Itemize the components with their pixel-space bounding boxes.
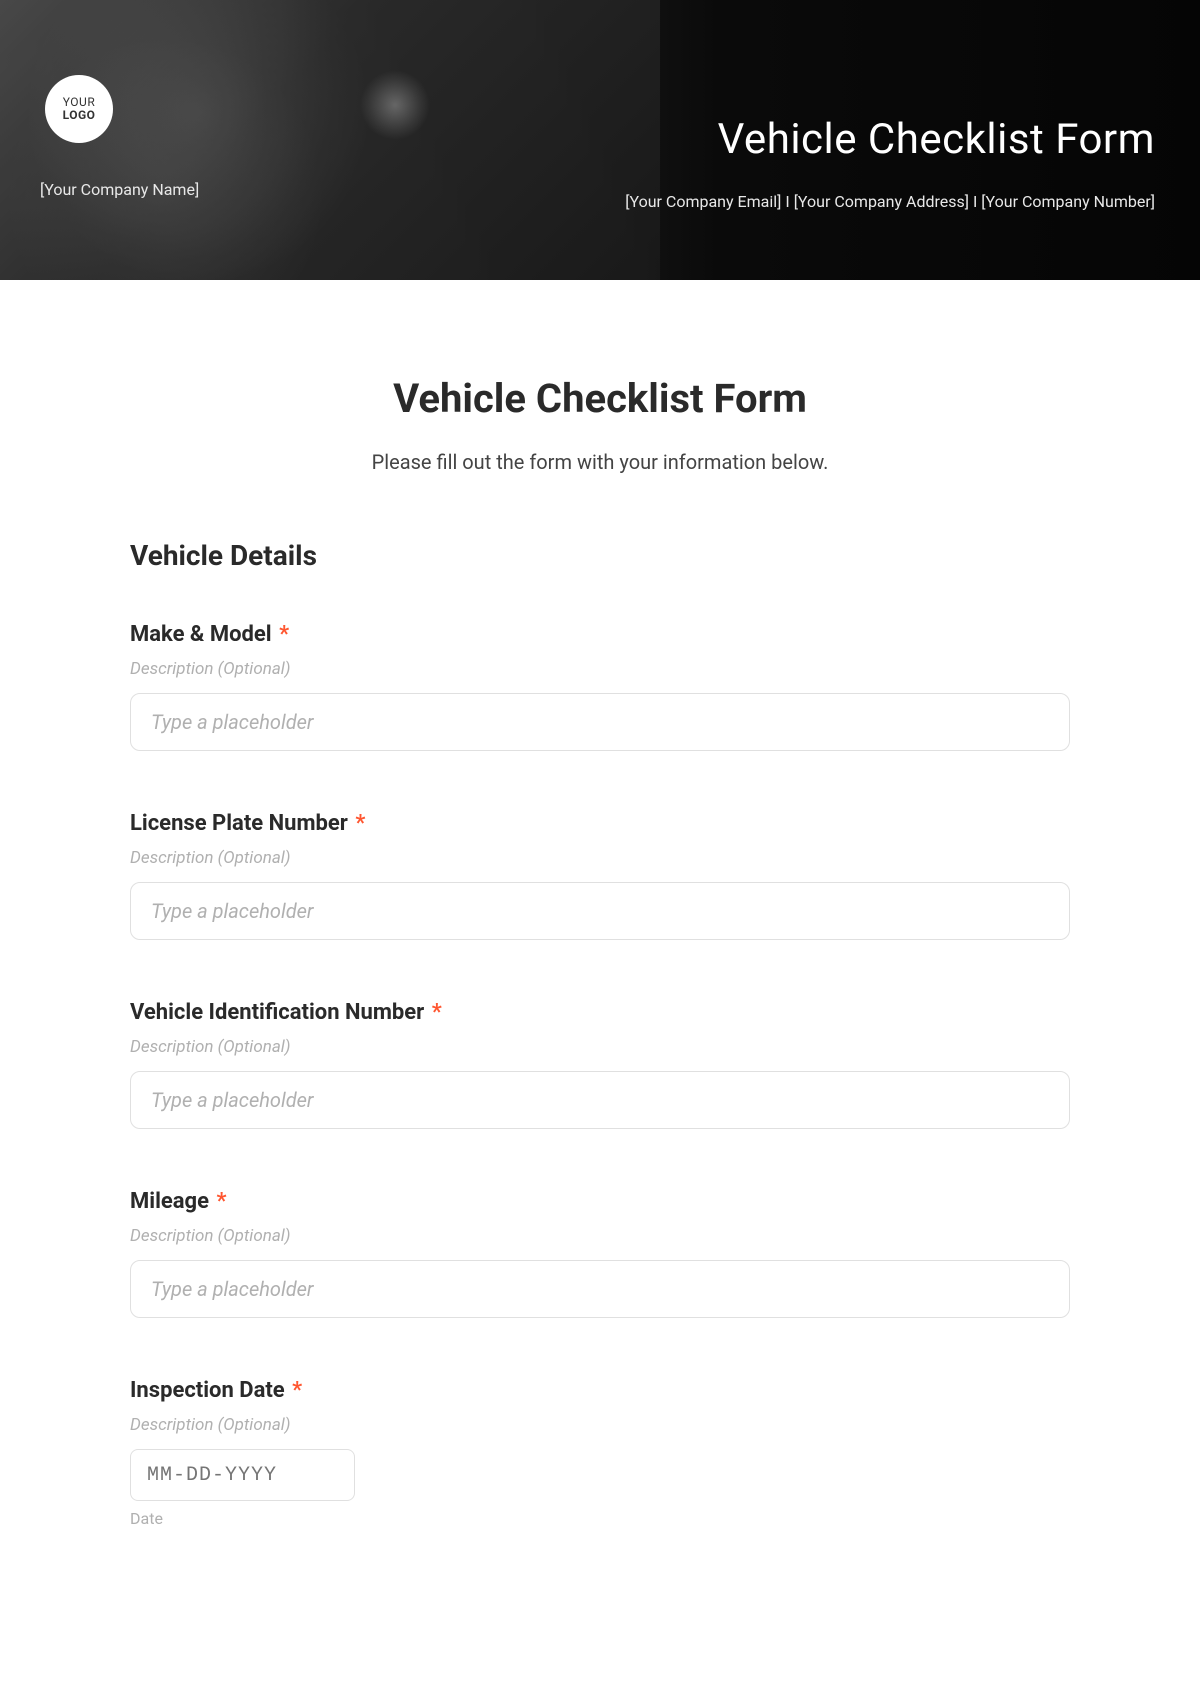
- required-asterisk: *: [292, 1378, 302, 1403]
- field-description: Description (Optional): [130, 1226, 1070, 1246]
- inspection-date-input[interactable]: [130, 1449, 355, 1501]
- form-subtitle: Please fill out the form with your infor…: [130, 450, 1070, 474]
- vin-input[interactable]: [130, 1071, 1070, 1129]
- field-vin: Vehicle Identification Number * Descript…: [130, 1000, 1070, 1129]
- form-title: Vehicle Checklist Form: [130, 375, 1070, 422]
- form-container: Vehicle Checklist Form Please fill out t…: [0, 280, 1200, 1648]
- required-asterisk: *: [279, 622, 289, 647]
- field-mileage: Mileage * Description (Optional): [130, 1189, 1070, 1318]
- mileage-input[interactable]: [130, 1260, 1070, 1318]
- required-asterisk: *: [216, 1189, 226, 1214]
- field-license-plate: License Plate Number * Description (Opti…: [130, 811, 1070, 940]
- field-description: Description (Optional): [130, 848, 1070, 868]
- required-asterisk: *: [432, 1000, 442, 1025]
- field-label-vin: Vehicle Identification Number *: [130, 1000, 1070, 1025]
- field-inspection-date: Inspection Date * Description (Optional)…: [130, 1378, 1070, 1528]
- company-logo: YOUR LOGO: [45, 75, 113, 143]
- header-banner: YOUR LOGO [Your Company Name] Vehicle Ch…: [0, 0, 1200, 280]
- header-contact-info: [Your Company Email] I [Your Company Add…: [625, 192, 1155, 211]
- date-sublabel: Date: [130, 1509, 1070, 1528]
- logo-text-line2: LOGO: [63, 109, 96, 122]
- company-name-text: [Your Company Name]: [40, 180, 199, 199]
- field-description: Description (Optional): [130, 1037, 1070, 1057]
- required-asterisk: *: [355, 811, 365, 836]
- field-label-make-model: Make & Model *: [130, 622, 1070, 647]
- field-label-inspection-date: Inspection Date *: [130, 1378, 1070, 1403]
- field-description: Description (Optional): [130, 1415, 1070, 1435]
- field-label-mileage: Mileage *: [130, 1189, 1070, 1214]
- header-title: Vehicle Checklist Form: [718, 115, 1155, 164]
- section-title-vehicle-details: Vehicle Details: [130, 539, 1070, 572]
- make-model-input[interactable]: [130, 693, 1070, 751]
- field-make-model: Make & Model * Description (Optional): [130, 622, 1070, 751]
- field-description: Description (Optional): [130, 659, 1070, 679]
- license-plate-input[interactable]: [130, 882, 1070, 940]
- field-label-license-plate: License Plate Number *: [130, 811, 1070, 836]
